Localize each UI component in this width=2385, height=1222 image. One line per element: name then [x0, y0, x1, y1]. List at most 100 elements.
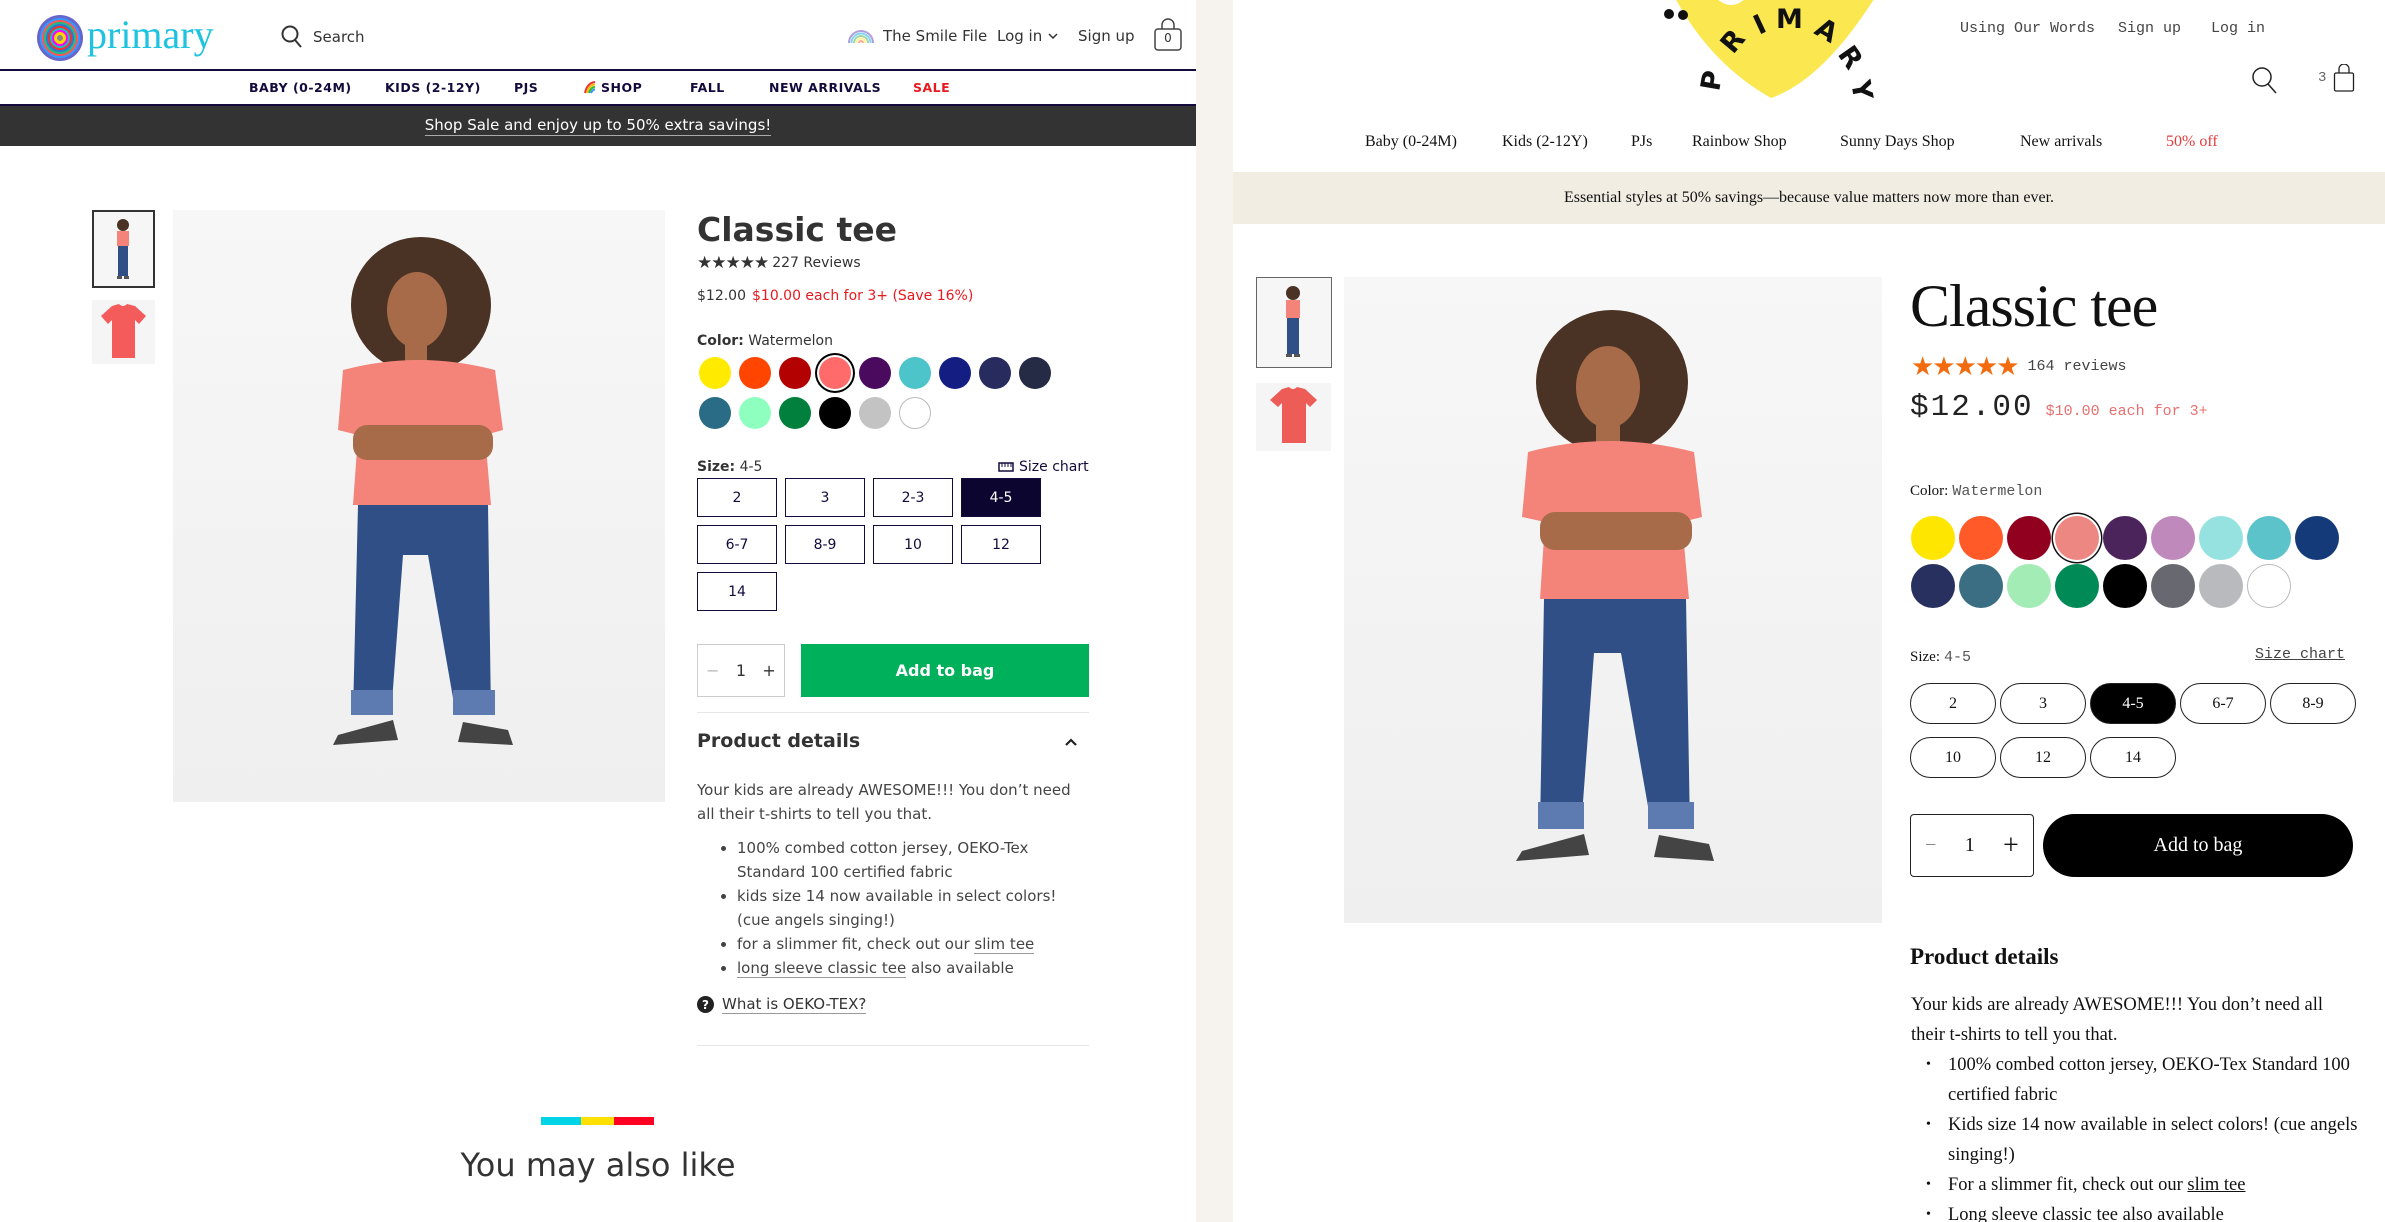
nav-kids[interactable]: KIDS (2-12Y) — [385, 80, 481, 95]
nav-baby[interactable]: BABY (0-24M) — [249, 80, 352, 95]
color-swatch-grey[interactable] — [859, 397, 891, 429]
primary-logo[interactable]: primary — [37, 15, 214, 61]
color-swatch-turquoise[interactable] — [899, 357, 931, 389]
color-swatch-green[interactable] — [779, 397, 811, 429]
size-option-12[interactable]: 12 — [2000, 737, 2086, 778]
thumbnail-model[interactable] — [92, 210, 155, 288]
primary-smiley-logo[interactable]: P R I M A R Y — [1611, 0, 1941, 100]
thumbnail-model[interactable] — [1256, 277, 1332, 368]
qty-value[interactable]: 1 — [1965, 834, 1975, 857]
nav-new-arrivals[interactable]: NEW ARRIVALS — [769, 80, 881, 95]
nav-sale[interactable]: SALE — [913, 80, 950, 95]
size-option-12[interactable]: 12 — [961, 525, 1041, 564]
color-swatch-white[interactable] — [2247, 564, 2291, 608]
size-chart-link[interactable]: Size chart — [998, 459, 1089, 475]
nav-fall[interactable]: FALL — [690, 80, 725, 95]
promo-banner-link[interactable]: Shop Sale and enjoy up to 50% extra savi… — [424, 116, 772, 136]
color-swatch-mint[interactable] — [2007, 564, 2051, 608]
color-swatch-navy[interactable] — [1911, 564, 1955, 608]
size-option-2[interactable]: 2 — [1910, 683, 1996, 724]
nav-50-off[interactable]: 50% off — [2166, 133, 2218, 151]
nav-shop[interactable]: SHOP — [584, 80, 642, 95]
nav-rainbow-shop[interactable]: Rainbow Shop — [1692, 133, 1787, 151]
slim-tee-link[interactable]: slim tee — [2187, 1175, 2245, 1195]
color-swatch-orange[interactable] — [1959, 516, 2003, 560]
size-option-4-5[interactable]: 4-5 — [961, 478, 1041, 517]
color-swatch-lilac[interactable] — [2151, 516, 2195, 560]
color-swatch-royal-blue[interactable] — [939, 357, 971, 389]
size-option-10[interactable]: 10 — [1910, 737, 1996, 778]
color-swatch-red[interactable] — [2007, 516, 2051, 560]
color-swatch-white[interactable] — [899, 397, 931, 429]
product-details-heading[interactable]: Product details — [1910, 944, 2058, 970]
color-swatch-royal-blue[interactable] — [2295, 516, 2339, 560]
search-button[interactable]: Search — [281, 25, 365, 49]
size-option-3[interactable]: 3 — [2000, 683, 2086, 724]
color-swatch-grey[interactable] — [2199, 564, 2243, 608]
search-icon[interactable] — [2251, 66, 2279, 94]
color-swatch-purple[interactable] — [2103, 516, 2147, 560]
qty-increase-button[interactable]: + — [2003, 830, 2019, 862]
oeko-tex-info[interactable]: ? What is OEKO-TEX? — [697, 995, 867, 1014]
qty-increase-button[interactable]: + — [762, 661, 775, 680]
qty-decrease-button[interactable]: − — [1925, 834, 1936, 857]
size-option-14[interactable]: 14 — [697, 572, 777, 611]
reviews-summary[interactable]: ★★★★★ 227 Reviews — [697, 253, 861, 273]
size-option-8-9[interactable]: 8-9 — [785, 525, 865, 564]
color-swatch-yellow[interactable] — [699, 357, 731, 389]
size-option-2[interactable]: 2 — [697, 478, 777, 517]
add-to-bag-button[interactable]: Add to bag — [2043, 814, 2353, 877]
long-sleeve-tee-link[interactable]: long sleeve classic tee — [737, 959, 907, 978]
add-to-bag-button[interactable]: Add to bag — [801, 644, 1089, 697]
color-swatch-navy[interactable] — [979, 357, 1011, 389]
size-option-3[interactable]: 3 — [785, 478, 865, 517]
size-option-2-3[interactable]: 2-3 — [873, 478, 953, 517]
bag-button[interactable]: 0 — [1153, 18, 1183, 52]
size-option-4-5[interactable]: 4-5 — [2090, 683, 2176, 724]
smile-file-link[interactable]: The Smile File — [848, 27, 987, 45]
nav-sunny-days-shop[interactable]: Sunny Days Shop — [1840, 133, 1955, 151]
color-swatch-teal-blue[interactable] — [1959, 564, 2003, 608]
nav-new-arrivals[interactable]: New arrivals — [2020, 133, 2102, 151]
qty-value[interactable]: 1 — [736, 661, 746, 680]
using-our-words-link[interactable]: Using Our Words — [1960, 20, 2095, 37]
size-option-10[interactable]: 10 — [873, 525, 953, 564]
size-option-6-7[interactable]: 6-7 — [2180, 683, 2266, 724]
color-swatch-black[interactable] — [2103, 564, 2147, 608]
shopping-bag-icon[interactable] — [2333, 64, 2355, 92]
color-swatch-watermelon[interactable] — [819, 357, 851, 389]
color-swatch-green[interactable] — [2055, 564, 2099, 608]
color-swatch-teal-blue[interactable] — [699, 397, 731, 429]
reviews-summary[interactable]: ★★★★★ 164 reviews — [1911, 351, 2127, 382]
color-swatch-red[interactable] — [779, 357, 811, 389]
size-option-6-7[interactable]: 6-7 — [697, 525, 777, 564]
color-swatch-midnight[interactable] — [1019, 357, 1051, 389]
nav-pjs[interactable]: PJs — [1631, 133, 1652, 151]
product-main-image[interactable] — [1344, 277, 1882, 923]
nav-kids[interactable]: Kids (2-12Y) — [1502, 133, 1588, 151]
color-swatch-charcoal[interactable] — [2151, 564, 2195, 608]
product-details-toggle[interactable]: Product details — [697, 730, 860, 752]
thumbnail-flat[interactable] — [92, 300, 155, 364]
slim-tee-link[interactable]: slim tee — [974, 935, 1035, 954]
color-swatch-purple[interactable] — [859, 357, 891, 389]
size-chart-link[interactable]: Size chart — [2255, 646, 2345, 663]
nav-pjs[interactable]: PJS — [514, 80, 538, 95]
log-in-link[interactable]: Log in — [2211, 20, 2265, 37]
color-swatch-black[interactable] — [819, 397, 851, 429]
sign-up-link[interactable]: Sign up — [2118, 20, 2181, 37]
qty-decrease-button[interactable]: − — [706, 661, 719, 680]
color-swatch-yellow[interactable] — [1911, 516, 1955, 560]
nav-baby[interactable]: Baby (0-24M) — [1365, 133, 1457, 151]
color-swatch-mint[interactable] — [739, 397, 771, 429]
log-in-dropdown[interactable]: Log in — [997, 27, 1058, 45]
product-main-image[interactable] — [173, 210, 665, 802]
chevron-up-icon[interactable] — [1064, 735, 1078, 749]
color-swatch-orange[interactable] — [739, 357, 771, 389]
size-option-14[interactable]: 14 — [2090, 737, 2176, 778]
oeko-tex-link[interactable]: What is OEKO-TEX? — [722, 995, 867, 1014]
color-swatch-watermelon[interactable] — [2055, 516, 2099, 560]
thumbnail-flat[interactable] — [1256, 383, 1331, 451]
size-option-8-9[interactable]: 8-9 — [2270, 683, 2356, 724]
color-swatch-turquoise[interactable] — [2247, 516, 2291, 560]
